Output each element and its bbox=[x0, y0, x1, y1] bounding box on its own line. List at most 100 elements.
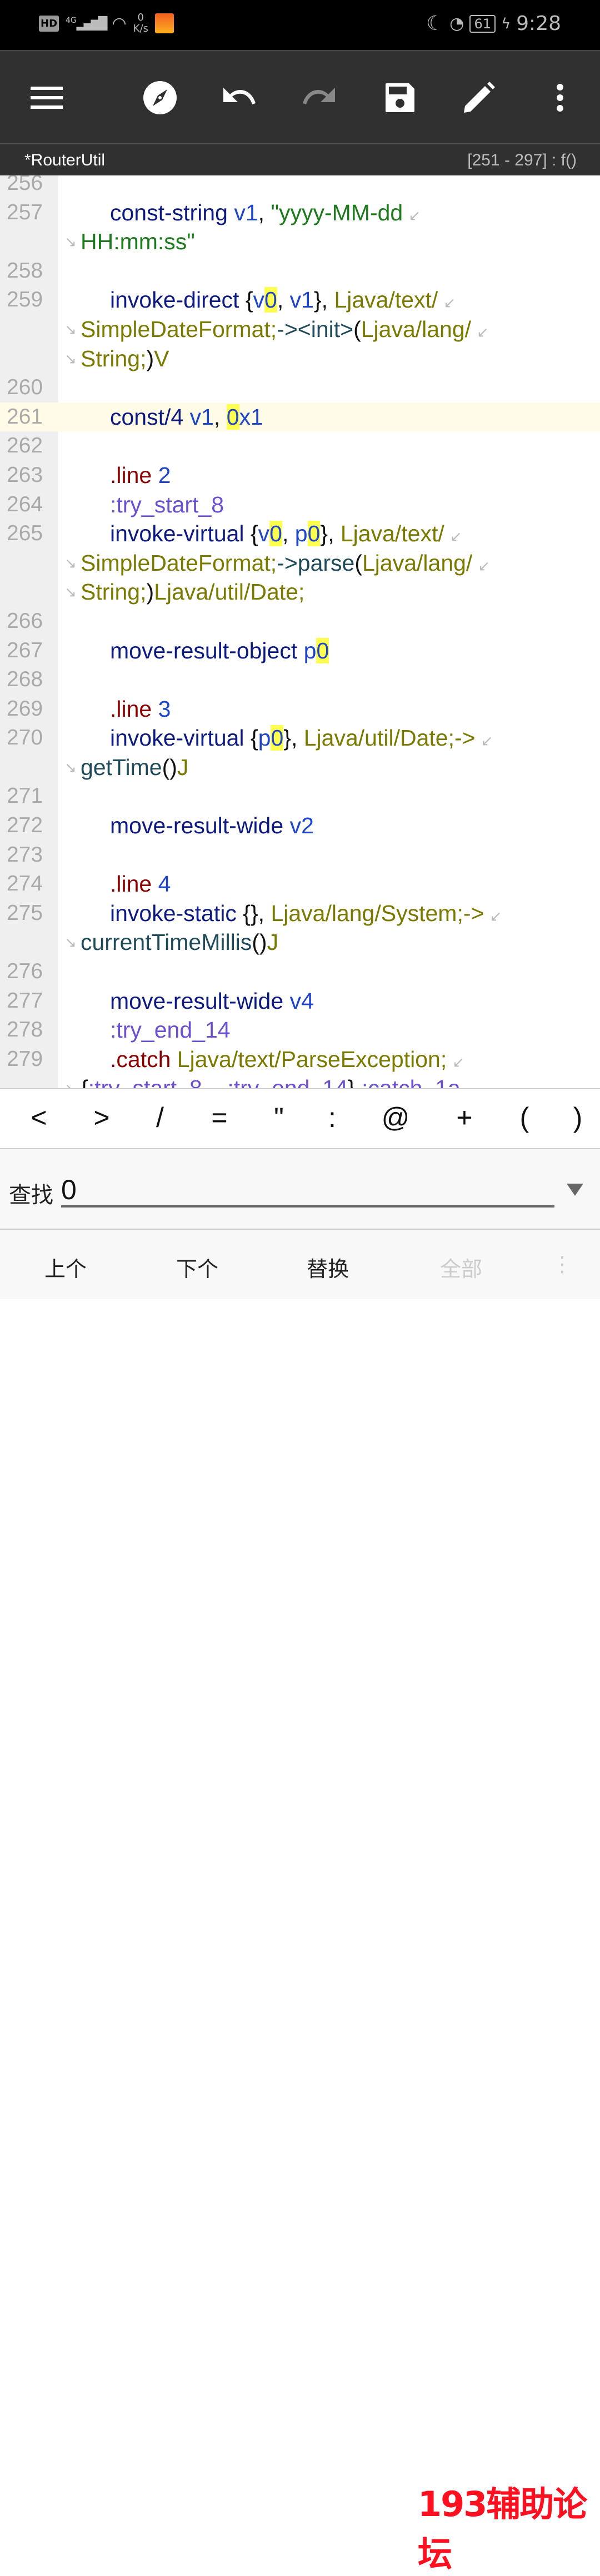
more-options-button[interactable] bbox=[542, 80, 578, 115]
code-token: move-result-wide bbox=[110, 988, 284, 1014]
code-text: :try_end_14 bbox=[110, 1015, 231, 1045]
code-token: invoke-direct bbox=[110, 287, 239, 313]
code-token: .catch bbox=[110, 1046, 171, 1072]
code-token: Ljava/lang/System;-> bbox=[271, 900, 484, 926]
symbol-key[interactable]: / bbox=[138, 1101, 182, 1134]
redo-button[interactable] bbox=[302, 80, 337, 115]
code-row: ↘ HH:mm:ss" bbox=[0, 227, 600, 256]
line-number: 279 bbox=[7, 1046, 43, 1071]
search-match: 0 bbox=[264, 287, 277, 313]
symbol-key[interactable]: ( bbox=[502, 1101, 547, 1134]
find-history-dropdown-icon[interactable] bbox=[567, 1184, 583, 1196]
signal-icon: 4G▂▄▆█ bbox=[66, 16, 107, 31]
code-token: Ljava/lang/ bbox=[362, 550, 473, 576]
menu-icon bbox=[31, 87, 63, 109]
wifi-icon: ◠ bbox=[112, 13, 127, 33]
wrap-start-icon: ↘ bbox=[64, 758, 77, 776]
symbol-key[interactable]: > bbox=[79, 1101, 124, 1134]
code-row: 277 move-result-wide v4 bbox=[0, 987, 600, 1016]
charging-icon: ϟ bbox=[501, 15, 511, 32]
line-number: 264 bbox=[7, 492, 43, 516]
replace-button[interactable]: 替换 bbox=[289, 1252, 367, 1282]
code-token: v bbox=[258, 521, 270, 547]
navigate-button[interactable] bbox=[142, 80, 178, 115]
wrap-start-icon: ↘ bbox=[64, 350, 77, 367]
wrap-end-icon: ↙ bbox=[477, 323, 489, 340]
code-token: () bbox=[162, 754, 177, 780]
code-text: .line 2 bbox=[110, 461, 171, 490]
code-editor[interactable]: 256 257 const-string v1, "yyyy-MM-dd ↙ ↘ HH:m… bbox=[0, 175, 600, 1088]
search-match: 0 bbox=[271, 725, 284, 751]
code-token: const-string bbox=[110, 199, 228, 225]
line-number: 278 bbox=[7, 1018, 43, 1042]
more-actions-button[interactable]: ⋮ bbox=[523, 1252, 600, 1276]
code-token: :catch_1a bbox=[362, 1075, 461, 1088]
code-token: Ljava/util/Date;-> bbox=[303, 725, 476, 751]
symbol-key[interactable]: " bbox=[257, 1101, 301, 1134]
code-token: getTime bbox=[81, 754, 162, 780]
replace-all-button[interactable]: 全部 bbox=[422, 1252, 500, 1282]
code-token: v1 bbox=[289, 287, 314, 313]
menu-button[interactable] bbox=[29, 80, 64, 115]
wrap-start-icon: ↘ bbox=[64, 583, 77, 601]
line-number: 273 bbox=[7, 842, 43, 867]
symbol-bar: < > / = ": @ + () bbox=[0, 1088, 600, 1149]
code-text: const/4 v1, 0x1 bbox=[110, 402, 263, 432]
code-token: Ljava/lang/ bbox=[361, 316, 472, 342]
code-token: Ljava/text/ParseException; bbox=[177, 1046, 447, 1072]
clock: 9:28 bbox=[516, 12, 561, 35]
next-button[interactable]: 下个 bbox=[158, 1252, 236, 1282]
find-input[interactable] bbox=[61, 1174, 554, 1208]
symbol-key[interactable]: @ bbox=[373, 1101, 418, 1134]
code-text: :try_start_8 bbox=[110, 490, 224, 520]
symbol-key[interactable]: : bbox=[310, 1101, 354, 1134]
symbol-key[interactable]: + bbox=[442, 1101, 487, 1134]
find-label: 查找 bbox=[9, 1183, 53, 1208]
code-text: {:try_start_8 .. :try_end_14} :catch_1a bbox=[81, 1074, 461, 1088]
code-row: 257 const-string v1, "yyyy-MM-dd ↙ bbox=[0, 198, 600, 228]
symbol-key[interactable]: ) bbox=[556, 1101, 600, 1134]
search-match: 0 bbox=[307, 521, 321, 547]
wrap-end-icon: ↙ bbox=[449, 528, 462, 545]
code-token: .line bbox=[110, 696, 152, 722]
undo-icon bbox=[223, 88, 256, 104]
undo-button[interactable] bbox=[221, 80, 257, 115]
code-text: invoke-virtual {p0}, Ljava/util/Date;-> ↙ bbox=[110, 723, 493, 756]
battery-icon: 61 bbox=[469, 14, 496, 33]
code-token: ( bbox=[353, 316, 361, 342]
code-token: move-result-object bbox=[110, 637, 298, 663]
code-token: ( bbox=[354, 550, 362, 576]
code-row: 263 .line 2 bbox=[0, 461, 600, 490]
file-title-bar: *RouterUtil [251 - 297] : f() bbox=[0, 143, 600, 175]
code-row: 279 .catch Ljava/text/ParseException; ↙ bbox=[0, 1045, 600, 1074]
previous-button[interactable]: 上个 bbox=[27, 1252, 104, 1282]
symbol-key[interactable]: = bbox=[197, 1101, 242, 1134]
line-number: 261 bbox=[7, 404, 43, 429]
code-token: v4 bbox=[289, 988, 314, 1014]
code-text: invoke-virtual {v0, p0}, Ljava/text/↙ bbox=[110, 519, 462, 551]
code-text: move-result-wide v2 bbox=[110, 811, 314, 841]
code-row: ↘ currentTimeMillis()J bbox=[0, 928, 600, 957]
line-number: 277 bbox=[7, 988, 43, 1013]
save-button[interactable] bbox=[382, 80, 418, 115]
code-token: ) bbox=[146, 345, 154, 371]
code-text: const-string v1, "yyyy-MM-dd ↙ bbox=[110, 198, 421, 230]
line-number: 275 bbox=[7, 900, 43, 925]
symbol-key[interactable]: < bbox=[17, 1101, 61, 1134]
code-token: invoke-virtual bbox=[110, 725, 244, 751]
code-token: { bbox=[239, 287, 253, 313]
wrap-start-icon: ↘ bbox=[64, 320, 77, 338]
code-row: 268 bbox=[0, 665, 600, 695]
edit-button[interactable] bbox=[461, 80, 497, 115]
moon-icon: ☾ bbox=[426, 12, 444, 35]
code-token: ) bbox=[146, 579, 154, 605]
file-name: *RouterUtil bbox=[24, 151, 106, 169]
code-row: 262 bbox=[0, 431, 600, 461]
search-match: 0 bbox=[269, 521, 282, 547]
